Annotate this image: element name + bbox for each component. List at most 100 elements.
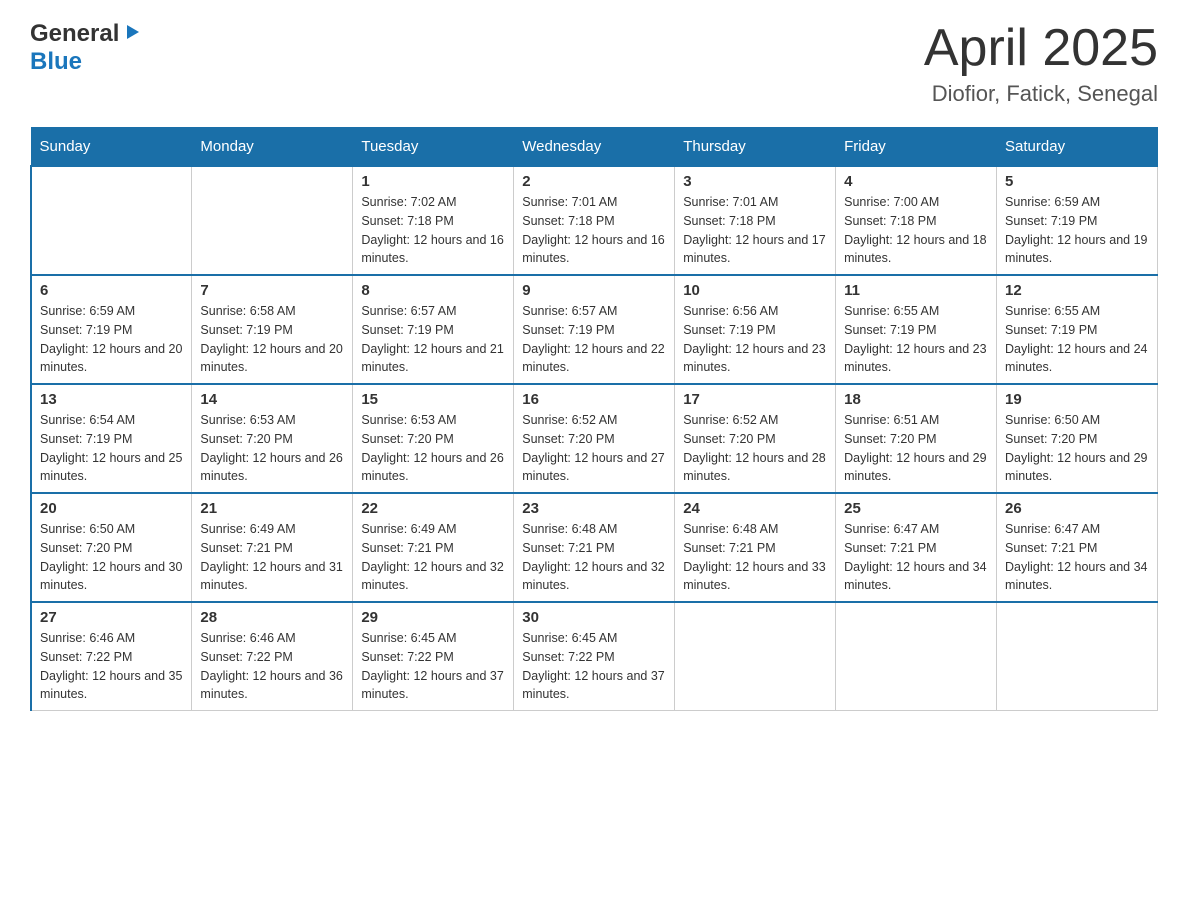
calendar-cell: 11Sunrise: 6:55 AMSunset: 7:19 PMDayligh…: [836, 275, 997, 384]
sunrise-text: Sunrise: 6:48 AM: [522, 520, 666, 539]
calendar-cell: 21Sunrise: 6:49 AMSunset: 7:21 PMDayligh…: [192, 493, 353, 602]
day-info: Sunrise: 6:55 AMSunset: 7:19 PMDaylight:…: [1005, 302, 1149, 377]
calendar-cell: 29Sunrise: 6:45 AMSunset: 7:22 PMDayligh…: [353, 602, 514, 711]
day-info: Sunrise: 6:46 AMSunset: 7:22 PMDaylight:…: [40, 629, 183, 704]
day-number: 11: [844, 282, 988, 299]
day-info: Sunrise: 6:52 AMSunset: 7:20 PMDaylight:…: [683, 411, 827, 486]
weekday-header-saturday: Saturday: [997, 128, 1158, 167]
daylight-text: Daylight: 12 hours and 20 minutes.: [40, 340, 183, 378]
day-number: 30: [522, 609, 666, 626]
sunset-text: Sunset: 7:19 PM: [1005, 321, 1149, 340]
day-number: 16: [522, 391, 666, 408]
weekday-header-friday: Friday: [836, 128, 997, 167]
calendar-cell: 18Sunrise: 6:51 AMSunset: 7:20 PMDayligh…: [836, 384, 997, 493]
daylight-text: Daylight: 12 hours and 21 minutes.: [361, 340, 505, 378]
calendar-cell: 28Sunrise: 6:46 AMSunset: 7:22 PMDayligh…: [192, 602, 353, 711]
day-number: 27: [40, 609, 183, 626]
sunrise-text: Sunrise: 6:55 AM: [1005, 302, 1149, 321]
daylight-text: Daylight: 12 hours and 17 minutes.: [683, 231, 827, 269]
day-info: Sunrise: 6:53 AMSunset: 7:20 PMDaylight:…: [361, 411, 505, 486]
calendar-cell: 19Sunrise: 6:50 AMSunset: 7:20 PMDayligh…: [997, 384, 1158, 493]
weekday-header-monday: Monday: [192, 128, 353, 167]
daylight-text: Daylight: 12 hours and 24 minutes.: [1005, 340, 1149, 378]
day-number: 5: [1005, 173, 1149, 190]
day-info: Sunrise: 6:58 AMSunset: 7:19 PMDaylight:…: [200, 302, 344, 377]
daylight-text: Daylight: 12 hours and 28 minutes.: [683, 449, 827, 487]
day-number: 13: [40, 391, 183, 408]
calendar-cell: 26Sunrise: 6:47 AMSunset: 7:21 PMDayligh…: [997, 493, 1158, 602]
daylight-text: Daylight: 12 hours and 35 minutes.: [40, 667, 183, 705]
sunset-text: Sunset: 7:19 PM: [200, 321, 344, 340]
daylight-text: Daylight: 12 hours and 34 minutes.: [1005, 558, 1149, 596]
daylight-text: Daylight: 12 hours and 29 minutes.: [844, 449, 988, 487]
sunrise-text: Sunrise: 6:46 AM: [200, 629, 344, 648]
calendar-cell: 8 Sunrise: 6:57 AMSunset: 7:19 PMDaylight…: [353, 275, 514, 384]
day-info: Sunrise: 6:47 AMSunset: 7:21 PMDaylight:…: [1005, 520, 1149, 595]
sunrise-text: Sunrise: 7:01 AM: [683, 193, 827, 212]
calendar-cell: 24Sunrise: 6:48 AMSunset: 7:21 PMDayligh…: [675, 493, 836, 602]
day-number: 19: [1005, 391, 1149, 408]
sunset-text: Sunset: 7:22 PM: [361, 648, 505, 667]
sunset-text: Sunset: 7:20 PM: [683, 430, 827, 449]
weekday-header-tuesday: Tuesday: [353, 128, 514, 167]
daylight-text: Daylight: 12 hours and 33 minutes.: [683, 558, 827, 596]
calendar-week-row: 20Sunrise: 6:50 AMSunset: 7:20 PMDayligh…: [31, 493, 1158, 602]
day-number: 6: [40, 282, 183, 299]
daylight-text: Daylight: 12 hours and 20 minutes.: [200, 340, 344, 378]
daylight-text: Daylight: 12 hours and 29 minutes.: [1005, 449, 1149, 487]
location-title: Diofior, Fatick, Senegal: [924, 81, 1158, 107]
day-number: 3: [683, 173, 827, 190]
weekday-header-thursday: Thursday: [675, 128, 836, 167]
sunset-text: Sunset: 7:19 PM: [522, 321, 666, 340]
daylight-text: Daylight: 12 hours and 23 minutes.: [844, 340, 988, 378]
day-number: 8: [361, 282, 505, 299]
sunset-text: Sunset: 7:19 PM: [361, 321, 505, 340]
day-number: 7: [200, 282, 344, 299]
day-info: Sunrise: 6:59 AMSunset: 7:19 PMDaylight:…: [1005, 193, 1149, 268]
sunset-text: Sunset: 7:18 PM: [361, 212, 505, 231]
day-info: Sunrise: 6:49 AMSunset: 7:21 PMDaylight:…: [200, 520, 344, 595]
calendar-cell: [836, 602, 997, 711]
daylight-text: Daylight: 12 hours and 36 minutes.: [200, 667, 344, 705]
sunrise-text: Sunrise: 6:54 AM: [40, 411, 183, 430]
sunrise-text: Sunrise: 6:53 AM: [200, 411, 344, 430]
calendar-cell: 9Sunrise: 6:57 AMSunset: 7:19 PMDaylight…: [514, 275, 675, 384]
sunset-text: Sunset: 7:19 PM: [844, 321, 988, 340]
day-info: Sunrise: 6:50 AMSunset: 7:20 PMDaylight:…: [40, 520, 183, 595]
sunset-text: Sunset: 7:22 PM: [40, 648, 183, 667]
day-info: Sunrise: 7:01 AMSunset: 7:18 PMDaylight:…: [522, 193, 666, 268]
sunset-text: Sunset: 7:21 PM: [844, 539, 988, 558]
day-info: Sunrise: 6:56 AMSunset: 7:19 PMDaylight:…: [683, 302, 827, 377]
calendar-body: 1Sunrise: 7:02 AMSunset: 7:18 PMDaylight…: [31, 166, 1158, 711]
calendar-cell: 17 Sunrise: 6:52 AMSunset: 7:20 PMDayligh…: [675, 384, 836, 493]
day-number: 2: [522, 173, 666, 190]
daylight-text: Daylight: 12 hours and 16 minutes.: [361, 231, 505, 269]
calendar-cell: 22Sunrise: 6:49 AMSunset: 7:21 PMDayligh…: [353, 493, 514, 602]
sunset-text: Sunset: 7:22 PM: [200, 648, 344, 667]
month-title: April 2025: [924, 20, 1158, 77]
logo-blue-text: Blue: [30, 48, 82, 76]
sunset-text: Sunset: 7:20 PM: [1005, 430, 1149, 449]
day-number: 17: [683, 391, 827, 408]
daylight-text: Daylight: 12 hours and 26 minutes.: [361, 449, 505, 487]
calendar-cell: 5 Sunrise: 6:59 AMSunset: 7:19 PMDaylight…: [997, 166, 1158, 275]
calendar-cell: 10Sunrise: 6:56 AMSunset: 7:19 PMDayligh…: [675, 275, 836, 384]
sunrise-text: Sunrise: 6:57 AM: [361, 302, 505, 321]
day-info: Sunrise: 6:57 AMSunset: 7:19 PMDaylight:…: [522, 302, 666, 377]
sunset-text: Sunset: 7:20 PM: [522, 430, 666, 449]
weekday-header-row: SundayMondayTuesdayWednesdayThursdayFrid…: [31, 128, 1158, 167]
daylight-text: Daylight: 12 hours and 19 minutes.: [1005, 231, 1149, 269]
title-block: April 2025 Diofior, Fatick, Senegal: [924, 20, 1158, 107]
calendar-cell: 13Sunrise: 6:54 AMSunset: 7:19 PMDayligh…: [31, 384, 192, 493]
sunset-text: Sunset: 7:21 PM: [683, 539, 827, 558]
sunrise-text: Sunrise: 6:46 AM: [40, 629, 183, 648]
day-info: Sunrise: 6:57 AMSunset: 7:19 PMDaylight:…: [361, 302, 505, 377]
sunset-text: Sunset: 7:22 PM: [522, 648, 666, 667]
calendar-week-row: 13Sunrise: 6:54 AMSunset: 7:19 PMDayligh…: [31, 384, 1158, 493]
sunrise-text: Sunrise: 6:57 AM: [522, 302, 666, 321]
day-number: 22: [361, 500, 505, 517]
daylight-text: Daylight: 12 hours and 22 minutes.: [522, 340, 666, 378]
calendar-header: SundayMondayTuesdayWednesdayThursdayFrid…: [31, 128, 1158, 167]
logo: General Blue: [30, 20, 144, 76]
sunset-text: Sunset: 7:21 PM: [361, 539, 505, 558]
